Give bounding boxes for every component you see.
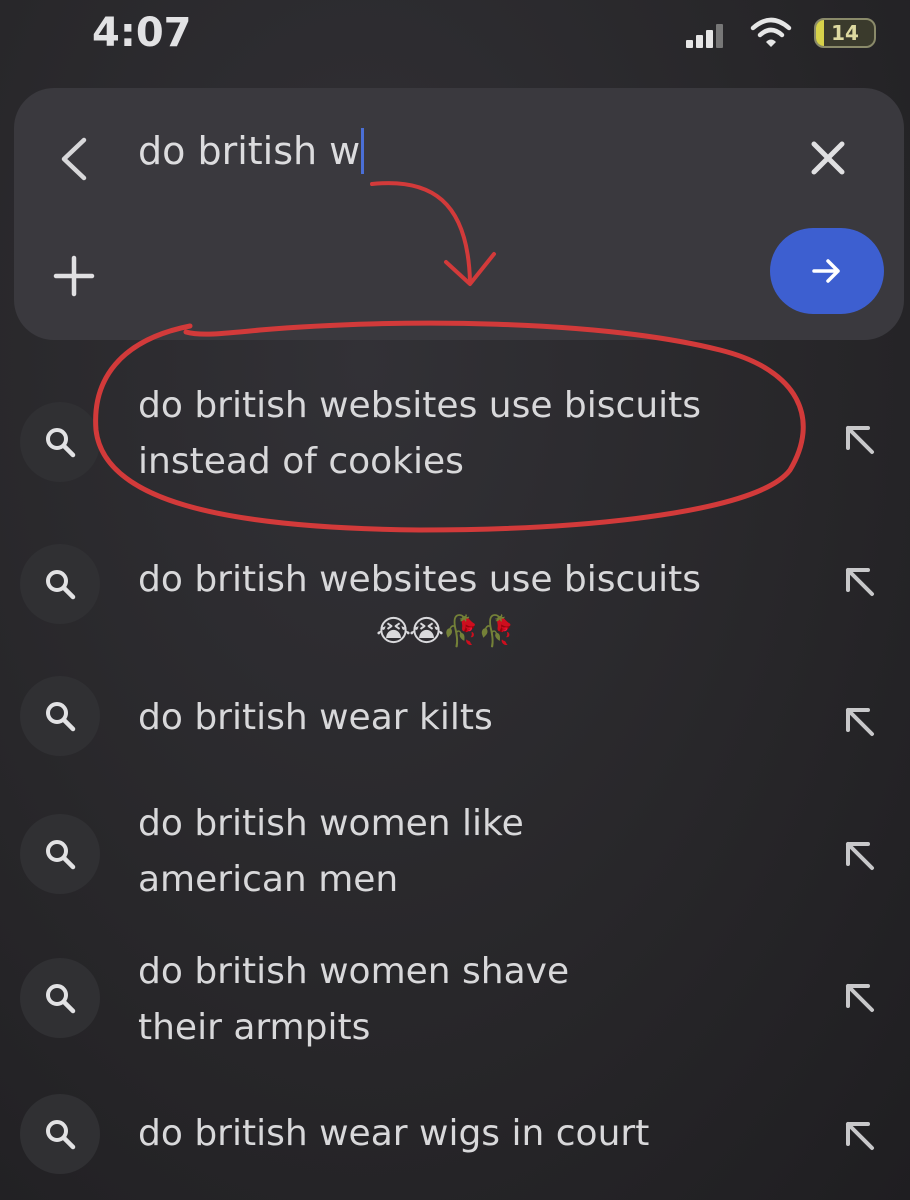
plus-icon[interactable] xyxy=(52,254,96,298)
search-icon xyxy=(20,1094,100,1174)
suggestion-line-1: do british wear kilts xyxy=(138,697,493,738)
search-input[interactable]: do british w xyxy=(138,128,365,174)
search-icon xyxy=(20,544,100,624)
emoji-reaction: 😭😭🥀🥀 xyxy=(376,614,515,649)
wifi-icon xyxy=(750,17,792,47)
fill-query-icon[interactable] xyxy=(838,1114,882,1158)
back-icon[interactable] xyxy=(56,136,96,182)
fill-query-icon[interactable] xyxy=(838,418,882,462)
clear-icon[interactable] xyxy=(806,136,850,180)
search-icon xyxy=(20,402,100,482)
suggestion-line-2: their armpits xyxy=(138,1007,371,1048)
suggestion-line-1: do british websites use biscuits xyxy=(138,385,702,426)
suggestion-line-1: do british wear wigs in court xyxy=(138,1113,650,1154)
status-bar: 4:07 14 xyxy=(0,0,910,80)
suggestion-line-2: instead of cookies xyxy=(138,441,464,482)
suggestion-line-2: american men xyxy=(138,859,399,900)
search-icon xyxy=(20,958,100,1038)
text-caret xyxy=(361,128,365,174)
battery-level: 14 xyxy=(831,21,859,45)
search-icon xyxy=(20,814,100,894)
search-query-text: do british w xyxy=(138,129,361,173)
battery-icon: 14 xyxy=(814,18,876,48)
fill-query-icon[interactable] xyxy=(838,560,882,604)
suggestion-line-1: do british websites use biscuits xyxy=(138,559,702,600)
status-time: 4:07 xyxy=(92,10,192,56)
fill-query-icon[interactable] xyxy=(838,976,882,1020)
search-panel xyxy=(14,88,904,340)
suggestion-line-1: do british women shave xyxy=(138,951,570,992)
arrow-right-icon xyxy=(812,259,840,283)
suggestion-line-1: do british women like xyxy=(138,803,524,844)
search-icon xyxy=(20,676,100,756)
submit-search-button[interactable] xyxy=(770,228,884,314)
fill-query-icon[interactable] xyxy=(838,700,882,744)
fill-query-icon[interactable] xyxy=(838,834,882,878)
signal-icon xyxy=(686,24,726,48)
